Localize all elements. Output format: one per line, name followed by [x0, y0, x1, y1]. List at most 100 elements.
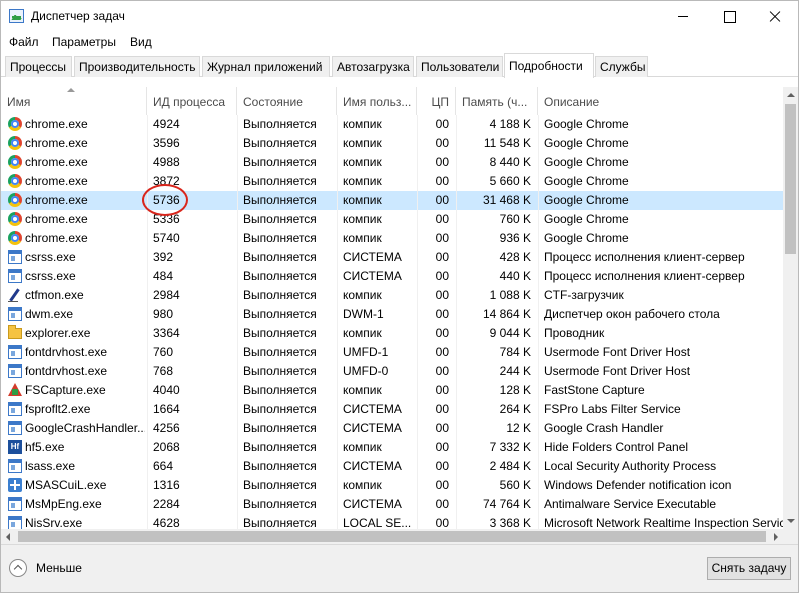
- cell-cpu: 00: [435, 288, 449, 302]
- table-row[interactable]: lsass.exe 664 Выполняется СИСТЕМА 00 2 484 K L…: [1, 457, 783, 476]
- cell-status: Выполняется: [243, 250, 317, 264]
- close-button[interactable]: [752, 1, 798, 31]
- table-row[interactable]: chrome.exe 5740 Выполняется компик 00 936 K Go…: [1, 229, 783, 248]
- cell-name: lsass.exe: [25, 459, 76, 473]
- cell-pid: 664: [153, 459, 174, 473]
- cell-user: СИСТЕМА: [343, 459, 402, 473]
- table-row[interactable]: chrome.exe 3872 Выполняется компик 00 5 660 K…: [1, 172, 783, 191]
- table-row[interactable]: csrss.exe 392 Выполняется СИСТЕМА 00 428 K Про…: [1, 248, 783, 267]
- cell-status: Выполняется: [243, 497, 317, 511]
- cell-memory: 784 K: [499, 345, 531, 359]
- table-row[interactable]: chrome.exe 4988 Выполняется компик 00 8 440 K…: [1, 153, 783, 172]
- cell-name: fsproflt2.exe: [25, 402, 91, 416]
- menu-bar: Файл Параметры Вид: [1, 32, 798, 52]
- column-header-description[interactable]: Описание: [538, 87, 783, 115]
- minimize-button[interactable]: [660, 1, 706, 31]
- table-row[interactable]: FSCapture.exe 4040 Выполняется компик 00 128 …: [1, 381, 783, 400]
- end-task-button[interactable]: Снять задачу: [707, 557, 791, 580]
- horizontal-scroll-thumb[interactable]: [18, 531, 766, 542]
- menu-file[interactable]: Файл: [9, 35, 39, 49]
- cell-user: компик: [343, 212, 382, 226]
- chrome-icon: [8, 212, 22, 226]
- cell-memory: 3 368 K: [489, 516, 531, 529]
- cell-memory: 74 764 K: [482, 497, 531, 511]
- table-row[interactable]: chrome.exe 5336 Выполняется компик 00 760 K Go…: [1, 210, 783, 229]
- cell-name: chrome.exe: [25, 174, 88, 188]
- table-row[interactable]: chrome.exe 5736 Выполняется компик 00 31 468 …: [1, 191, 783, 210]
- table-row[interactable]: MSASCuiL.exe 1316 Выполняется компик 00 560 K…: [1, 476, 783, 495]
- cell-name: hf5.exe: [25, 440, 65, 454]
- cell-memory: 12 K: [506, 421, 531, 435]
- column-header-memory[interactable]: Память (ч...: [456, 87, 538, 115]
- vertical-scroll-thumb[interactable]: [785, 104, 796, 254]
- cell-memory: 936 K: [499, 231, 531, 245]
- cell-status: Выполняется: [243, 478, 317, 492]
- cell-cpu: 00: [435, 345, 449, 359]
- table-row[interactable]: ctfmon.exe 2984 Выполняется компик 00 1 088 K…: [1, 286, 783, 305]
- scroll-left-icon[interactable]: [1, 529, 17, 544]
- tab-app-history[interactable]: Журнал приложений: [202, 56, 330, 77]
- column-header-cpu[interactable]: ЦП: [417, 87, 456, 115]
- column-header-pid[interactable]: ИД процесса: [147, 87, 237, 115]
- cell-pid: 1664: [153, 402, 180, 416]
- column-header-user[interactable]: Имя польз...: [337, 87, 417, 115]
- table-row[interactable]: fsproflt2.exe 1664 Выполняется СИСТЕМА 00 264…: [1, 400, 783, 419]
- cell-memory: 11 548 K: [483, 136, 531, 150]
- cell-name: NisSrv.exe: [25, 516, 83, 529]
- cell-memory: 7 332 K: [489, 440, 531, 454]
- cell-status: Выполняется: [243, 345, 317, 359]
- cell-name: ctfmon.exe: [25, 288, 84, 302]
- footer-bar: Меньше Снять задачу: [1, 544, 798, 592]
- table-row[interactable]: chrome.exe 4924 Выполняется компик 00 4 188 K…: [1, 115, 783, 134]
- cell-pid: 3596: [153, 136, 180, 150]
- table-row[interactable]: chrome.exe 3596 Выполняется компик 00 11 548 …: [1, 134, 783, 153]
- tab-startup[interactable]: Автозагрузка: [332, 56, 414, 77]
- cell-user: СИСТЕМА: [343, 402, 402, 416]
- table-row[interactable]: fontdrvhost.exe 768 Выполняется UMFD-0 00 244…: [1, 362, 783, 381]
- table-row[interactable]: Hf hf5.exe 2068 Выполняется компик 00 7 332 K H…: [1, 438, 783, 457]
- scroll-right-icon[interactable]: [767, 529, 783, 544]
- cell-status: Выполняется: [243, 516, 317, 529]
- scroll-down-icon[interactable]: [783, 513, 798, 529]
- cell-memory: 8 440 K: [489, 155, 531, 169]
- table-row[interactable]: dwm.exe 980 Выполняется DWM-1 00 14 864 K Дисп…: [1, 305, 783, 324]
- horizontal-scrollbar[interactable]: [1, 529, 798, 544]
- cell-memory: 560 K: [499, 478, 531, 492]
- cell-name: chrome.exe: [25, 193, 88, 207]
- table-row[interactable]: NisSrv.exe 4628 Выполняется LOCAL SE... 00 3 …: [1, 514, 783, 529]
- column-header-status[interactable]: Состояние: [237, 87, 337, 115]
- tab-details[interactable]: Подробности: [504, 53, 594, 78]
- scroll-up-icon[interactable]: [783, 87, 798, 103]
- cell-description: Процесс исполнения клиент-сервер: [544, 269, 745, 283]
- cell-pid: 4256: [153, 421, 180, 435]
- tab-services[interactable]: Службы: [595, 56, 648, 77]
- menu-view[interactable]: Вид: [130, 35, 152, 49]
- table-row[interactable]: GoogleCrashHandler... 4256 Выполняется СИСТ…: [1, 419, 783, 438]
- cell-memory: 4 188 K: [489, 117, 531, 131]
- tab-performance[interactable]: Производительность: [74, 56, 200, 77]
- column-header-name[interactable]: Имя: [1, 87, 147, 115]
- cell-memory: 760 K: [499, 212, 531, 226]
- cell-name: chrome.exe: [25, 155, 88, 169]
- cell-user: UMFD-0: [343, 364, 389, 378]
- table-row[interactable]: fontdrvhost.exe 760 Выполняется UMFD-1 00 784…: [1, 343, 783, 362]
- maximize-button[interactable]: [706, 1, 752, 31]
- cell-status: Выполняется: [243, 174, 317, 188]
- cell-status: Выполняется: [243, 231, 317, 245]
- tab-users[interactable]: Пользователи: [416, 56, 503, 77]
- table-row[interactable]: MsMpEng.exe 2284 Выполняется СИСТЕМА 00 74 76…: [1, 495, 783, 514]
- table-row[interactable]: explorer.exe 3364 Выполняется компик 00 9 044…: [1, 324, 783, 343]
- tab-processes[interactable]: Процессы: [5, 56, 72, 77]
- vertical-scrollbar[interactable]: [783, 87, 798, 529]
- column-divider: [337, 115, 338, 529]
- menu-options[interactable]: Параметры: [52, 35, 116, 49]
- faststone-icon: [8, 383, 22, 396]
- cell-user: компик: [343, 117, 382, 131]
- table-row[interactable]: csrss.exe 484 Выполняется СИСТЕМА 00 440 K Про…: [1, 267, 783, 286]
- cell-description: Google Chrome: [544, 155, 629, 169]
- cell-description: Local Security Authority Process: [544, 459, 717, 473]
- window-icon: [8, 345, 22, 359]
- pen-icon: [8, 288, 22, 302]
- task-manager-window: Диспетчер задач Файл Параметры Вид Проце…: [0, 0, 799, 593]
- cell-description: FastStone Capture: [544, 383, 645, 397]
